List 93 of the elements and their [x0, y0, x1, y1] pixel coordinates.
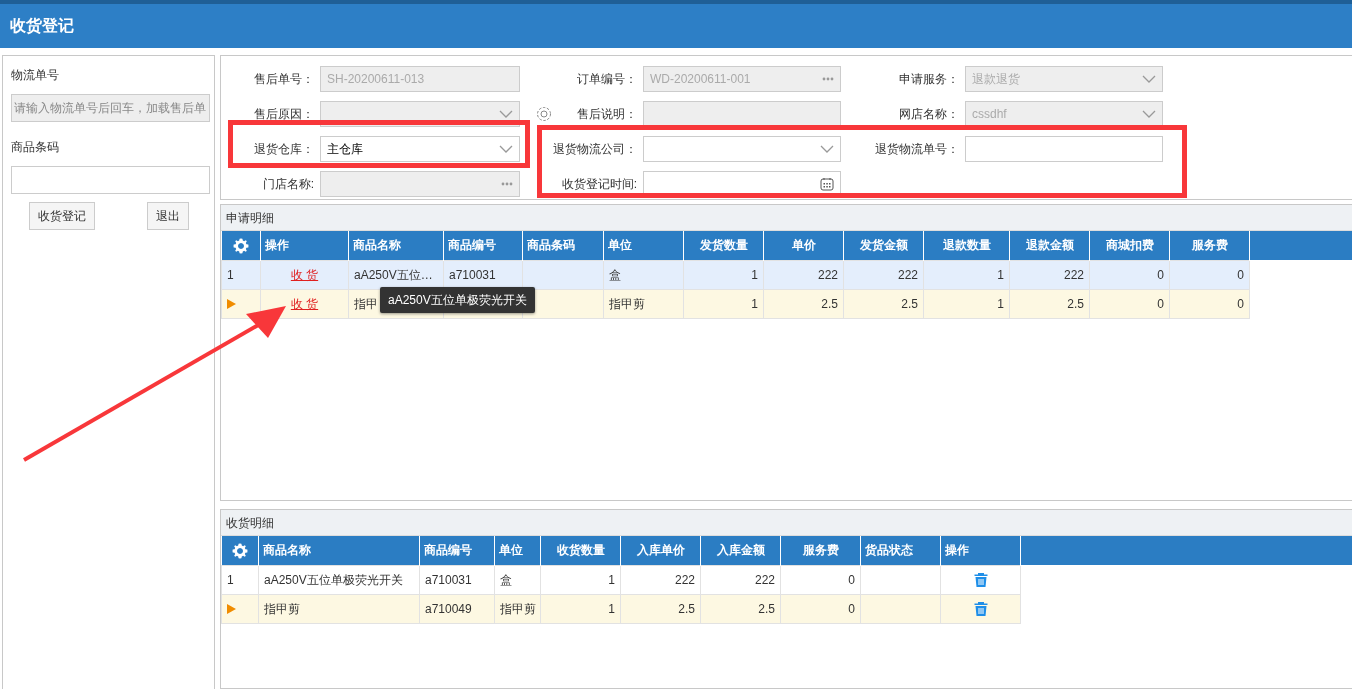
table-cell: 222 [817, 267, 838, 282]
table-cell: 2.5 [901, 296, 918, 311]
table-cell: 1 [608, 601, 615, 616]
table-cell: 1 [997, 267, 1004, 282]
receive-link[interactable]: 收 货 [290, 267, 319, 282]
table-cell: 222 [1063, 267, 1084, 282]
table-cell: 0 [1237, 296, 1244, 311]
input-field[interactable] [11, 166, 210, 194]
settings-icon [231, 543, 248, 560]
table-cell: 1 [751, 296, 758, 311]
dropdown-field[interactable] [643, 135, 841, 162]
table-cell: 2.5 [1067, 296, 1084, 311]
row-number: 1 [227, 267, 234, 282]
chevron-icon [1142, 74, 1156, 83]
column-header: 商城扣费 [1089, 231, 1170, 260]
table-cell: 0 [1157, 296, 1164, 311]
field-label: 网店名称： [899, 105, 959, 123]
table-cell: 指甲剪 [264, 601, 300, 616]
trash-icon[interactable] [973, 572, 988, 589]
column-header: 操作 [940, 536, 1021, 565]
field-label: 商品条码 [11, 139, 59, 156]
table-cell: 0 [1157, 267, 1164, 282]
column-header: 发货数量 [683, 231, 764, 260]
table-cell: a710031 [425, 572, 472, 587]
column-header: 商品条码 [522, 231, 604, 260]
table-cell: 1 [997, 296, 1004, 311]
field-label: 收货登记时间: [561, 175, 637, 193]
chevron-icon [820, 144, 834, 153]
table-cell: aA250V五位… [354, 267, 433, 282]
register-button[interactable]: 收货登记 [29, 202, 95, 230]
column-header: 商品名称 [258, 536, 420, 565]
field-label: 物流单号 [11, 67, 59, 84]
field-label: 售后原因： [254, 105, 314, 123]
receive-link[interactable]: 收 货 [290, 296, 319, 311]
column-header: 商品名称 [348, 231, 444, 260]
table-cell: 2.5 [821, 296, 838, 311]
table-cell: 0 [1237, 267, 1244, 282]
field-label: 订单编号： [577, 70, 637, 88]
chevron-icon [499, 144, 513, 153]
table-cell: 222 [897, 267, 918, 282]
column-header: 商品编号 [419, 536, 495, 565]
column-header: 收货数量 [540, 536, 621, 565]
table-cell: 0 [848, 572, 855, 587]
calendar-icon [820, 176, 834, 191]
column-header: 入库金额 [700, 536, 781, 565]
settings-icon [232, 238, 249, 255]
field-label: 退货物流公司： [553, 140, 637, 158]
column-header: 货品状态 [860, 536, 941, 565]
table-cell: 222 [754, 572, 775, 587]
column-header: 单价 [763, 231, 844, 260]
table-cell: 盒 [609, 267, 621, 282]
field-label: 售后说明： [577, 105, 637, 123]
column-header: 入库单价 [620, 536, 701, 565]
column-header: 退款金额 [1009, 231, 1090, 260]
column-header: 服务费 [780, 536, 861, 565]
input-field[interactable] [965, 135, 1163, 162]
table-cell: 指甲剪 [609, 296, 645, 311]
table-cell: a710031 [449, 267, 496, 282]
field-label: 申请服务： [899, 70, 959, 88]
tooltip: aA250V五位单极荧光开关 [380, 287, 535, 313]
field-label: 售后单号： [254, 70, 314, 88]
table-cell: 指甲 [354, 296, 378, 311]
table-cell: 2.5 [678, 601, 695, 616]
more-icon [822, 76, 834, 81]
exit-button[interactable]: 退出 [147, 202, 189, 230]
chevron-icon [499, 109, 513, 118]
column-header: 服务费 [1169, 231, 1250, 260]
column-header: 退款数量 [923, 231, 1010, 260]
column-header: 操作 [260, 231, 349, 260]
table-cell: 2.5 [758, 601, 775, 616]
field-label: 门店名称: [262, 175, 314, 193]
column-header: 商品编号 [443, 231, 523, 260]
column-header: 发货金额 [843, 231, 924, 260]
column-header: 单位 [494, 536, 541, 565]
row-number: 1 [227, 572, 234, 587]
table-cell: 1 [751, 267, 758, 282]
trash-icon[interactable] [973, 601, 988, 618]
section-title: 收货明细 [226, 514, 274, 532]
section-title: 申请明细 [226, 209, 274, 227]
table-cell: 0 [848, 601, 855, 616]
column-header: 单位 [603, 231, 684, 260]
chevron-icon [1142, 109, 1156, 118]
window-title: 收货登记 [10, 16, 74, 37]
field-label: 退货物流单号： [875, 140, 959, 158]
more-icon [501, 181, 513, 186]
table-cell: a710049 [425, 601, 472, 616]
table-cell: 盒 [500, 572, 512, 587]
table-cell: aA250V五位单极荧光开关 [264, 572, 403, 587]
table-cell: 1 [608, 572, 615, 587]
table-cell: 222 [674, 572, 695, 587]
dropdown-field[interactable]: 主仓库 [320, 135, 520, 162]
table-cell: 指甲剪 [500, 601, 536, 616]
field-label: 退货仓库： [254, 140, 314, 158]
